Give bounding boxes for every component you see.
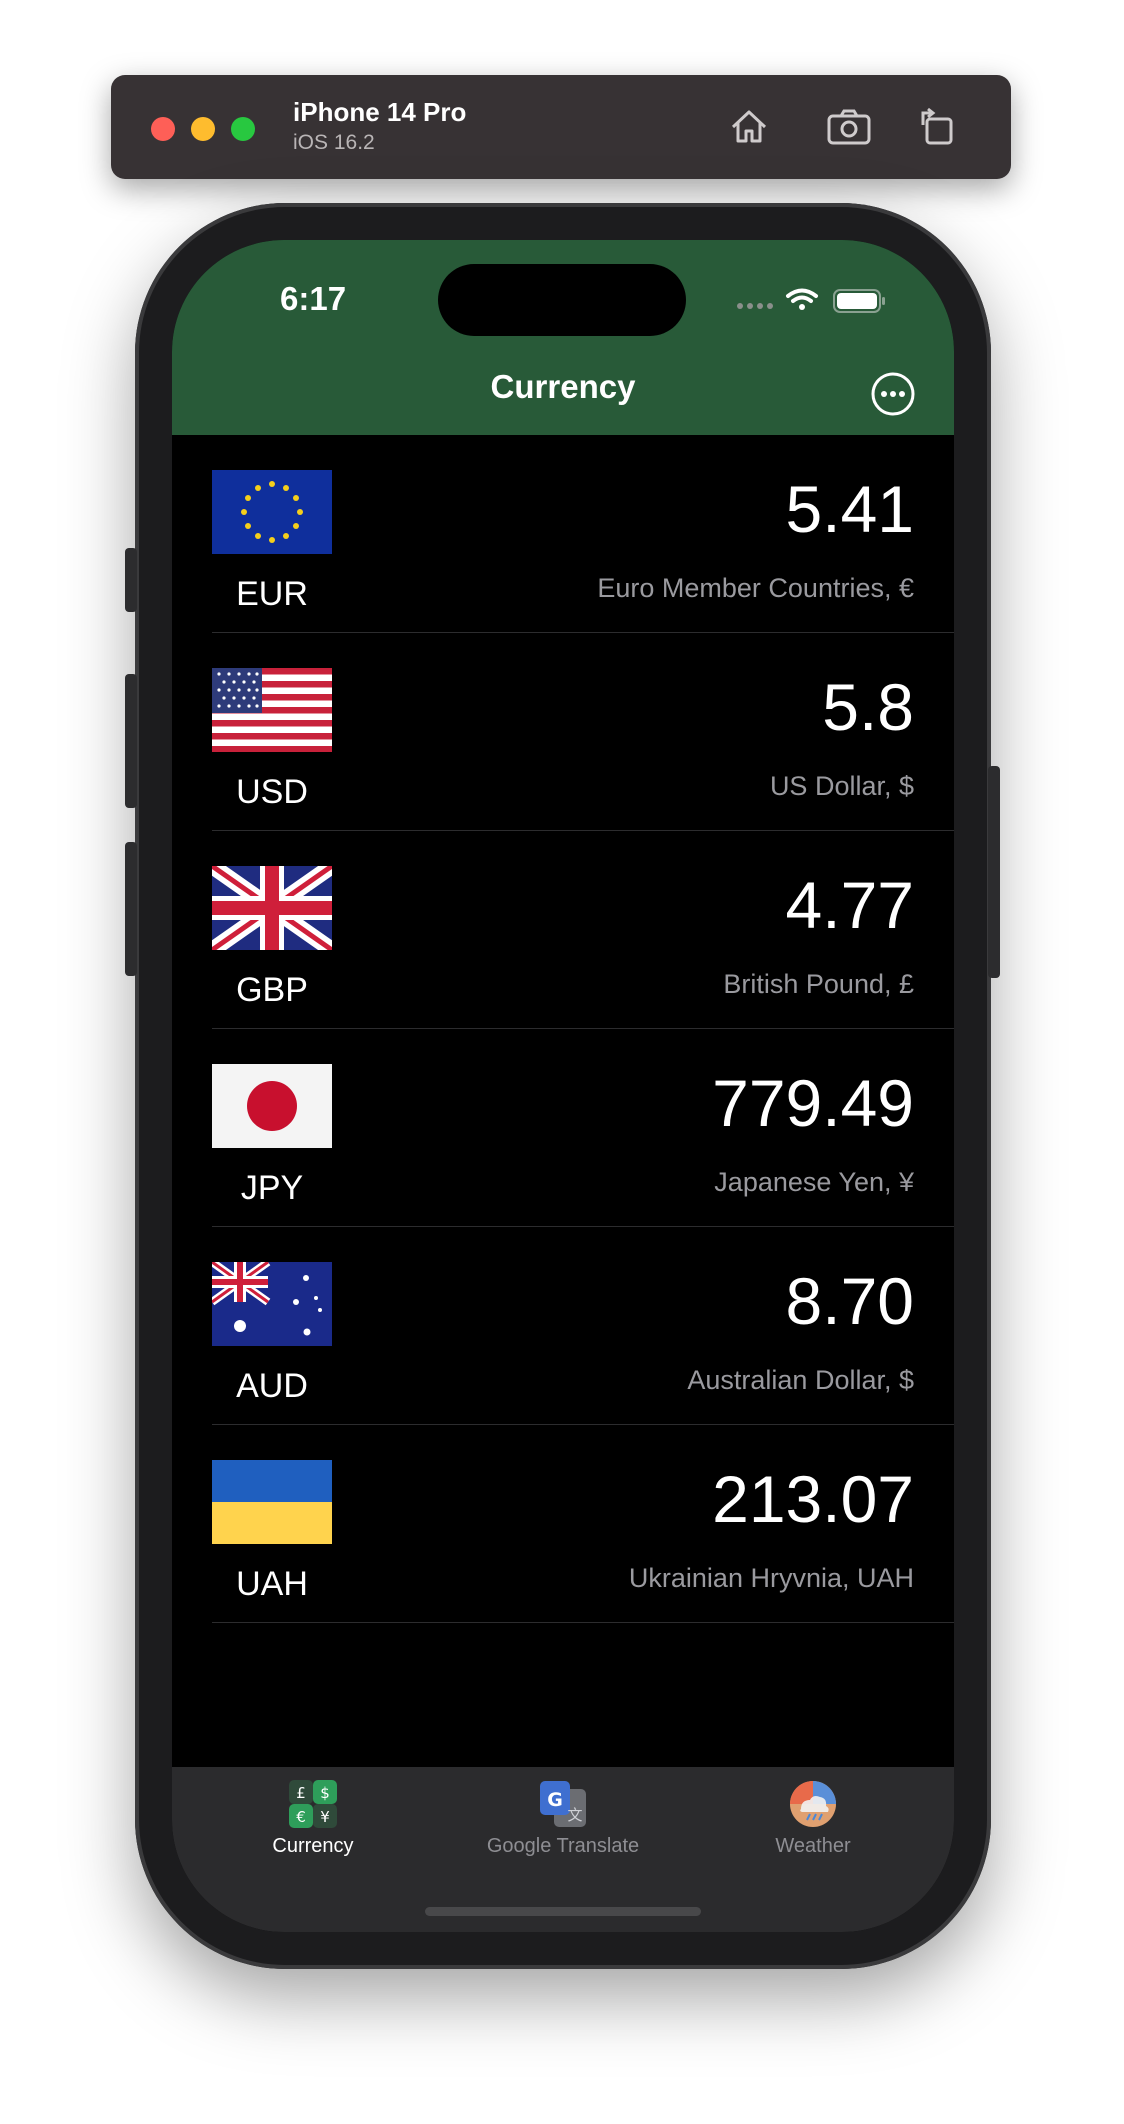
currency-row-aud[interactable]: AUD 8.70 Australian Dollar, $ [172,1227,954,1425]
rotate-icon[interactable] [911,101,963,153]
signal-icon [737,303,773,309]
mute-switch [125,548,137,612]
simulator-title-bar: iPhone 14 Pro iOS 16.2 [111,75,1011,179]
tab-google-translate[interactable]: G 文 Google Translate [433,1779,693,1858]
currency-row-jpy[interactable]: JPY 779.49 Japanese Yen, ¥ [172,1029,954,1227]
currency-name: Japanese Yen, ¥ [714,1167,914,1197]
page-title: Currency [490,368,636,405]
dynamic-island [438,264,686,336]
currency-name: Australian Dollar, $ [687,1365,914,1395]
currency-code: JPY [240,1169,304,1207]
australia-flag-icon [212,1262,332,1346]
currency-value: 8.70 [785,1264,914,1338]
row-divider [212,1622,954,1623]
currency-row-eur[interactable]: EUR 5.41 Euro Member Countries, € [172,435,954,633]
status-icons [732,284,892,323]
svg-text:$: $ [320,1784,330,1802]
svg-text:£: £ [296,1784,306,1802]
eu-flag-icon [212,470,332,554]
wifi-icon [786,288,818,310]
currency-name: Euro Member Countries, € [597,573,914,603]
svg-text:€: € [296,1808,306,1826]
home-icon[interactable] [723,101,775,153]
currency-name: British Pound, £ [723,969,914,999]
currency-row-uah[interactable]: UAH 213.07 Ukrainian Hryvnia, UAH [172,1425,954,1623]
currency-value: 4.77 [785,868,914,942]
currency-row-usd[interactable]: USD 5.8 US Dollar, $ [172,633,954,831]
simulator-device-name: iPhone 14 Pro [293,97,467,127]
navigation-header: 6:17 Currency [172,240,954,435]
status-time: 6:17 [280,280,347,317]
tab-bar: £ $ € ¥ Currency G 文 Google Translate We… [172,1767,954,1932]
currency-name: US Dollar, $ [769,771,914,801]
home-indicator[interactable] [425,1907,701,1916]
currency-code: AUD [236,1367,308,1405]
zoom-window-button[interactable] [231,117,255,141]
currency-code: GBP [236,971,308,1009]
tab-label: Weather [775,1835,851,1857]
svg-text:G: G [547,1789,563,1811]
weather-icon [790,1781,836,1827]
currency-value: 213.07 [712,1462,914,1536]
battery-icon [833,289,885,313]
tab-currency[interactable]: £ $ € ¥ Currency [183,1779,443,1858]
currency-value: 779.49 [712,1066,914,1140]
currency-value: 5.41 [785,472,914,546]
currency-name: Ukrainian Hryvnia, UAH [628,1563,914,1593]
currency-code: USD [236,773,308,811]
volume-up-button [125,674,137,808]
japan-flag-icon [212,1064,332,1148]
tab-label: Currency [272,1835,354,1857]
currency-code: EUR [236,575,308,613]
ukraine-flag-icon [212,1460,332,1544]
google-translate-icon: G 文 [540,1781,586,1827]
power-button [988,766,1000,978]
simulator-os-version: iOS 16.2 [293,131,375,154]
phone-screen: 6:17 Currency EUR 5.41 Euro Member Count… [172,240,954,1932]
tab-weather[interactable]: Weather [683,1779,943,1858]
minimize-window-button[interactable] [191,117,215,141]
tab-label: Google Translate [486,1835,640,1857]
volume-down-button [125,842,137,976]
close-window-button[interactable] [151,117,175,141]
currency-value: 5.8 [822,670,914,744]
currency-row-gbp[interactable]: GBP 4.77 British Pound, £ [172,831,954,1029]
currency-code: UAH [236,1565,308,1603]
currency-exchange-icon: £ $ € ¥ [289,1780,337,1828]
svg-text:文: 文 [567,1806,582,1824]
svg-text:¥: ¥ [320,1808,330,1826]
us-flag-icon [212,668,332,752]
currency-list: EUR 5.41 Euro Member Countries, € USD 5.… [172,435,954,1623]
screenshot-icon[interactable] [823,101,875,153]
uk-flag-icon [212,866,332,950]
ellipsis-circle-icon[interactable] [869,370,917,418]
